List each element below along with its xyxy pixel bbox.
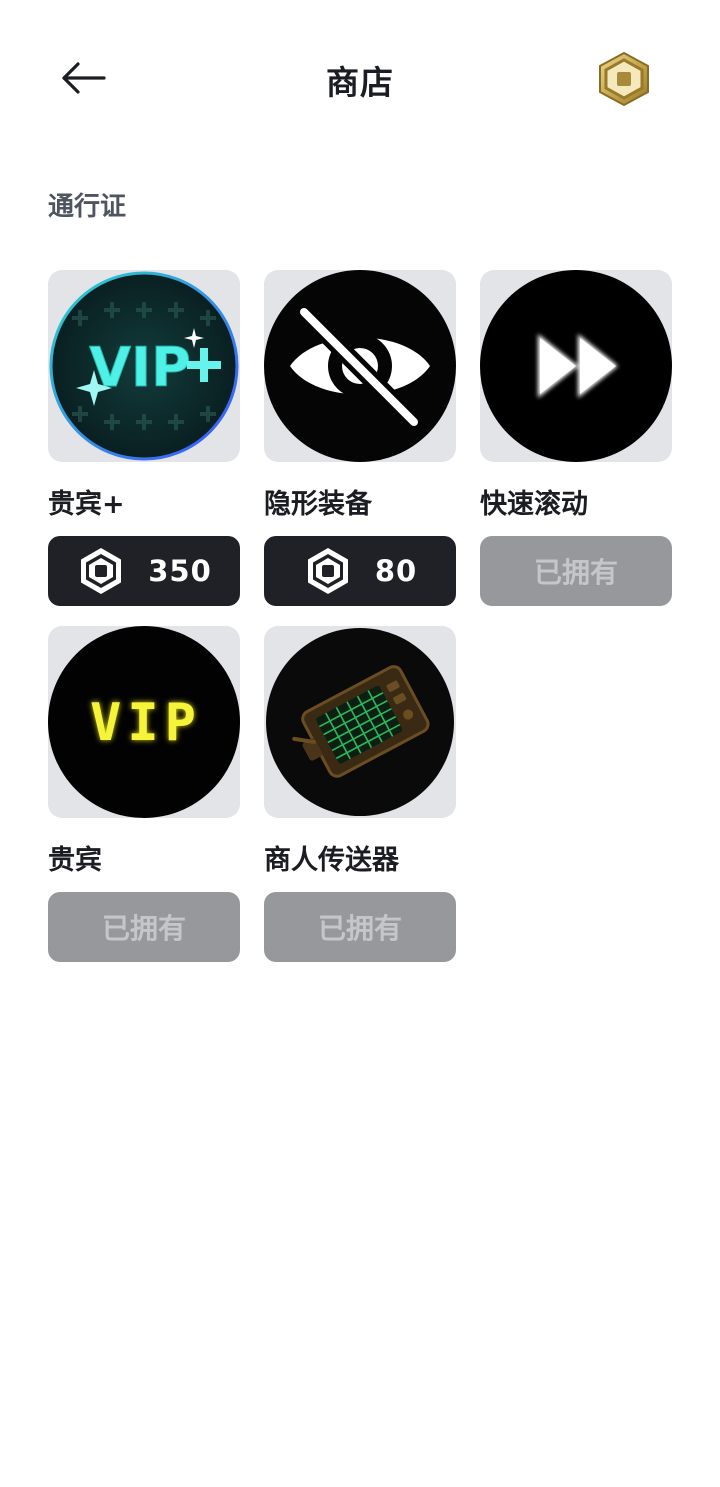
- owned-button: 已拥有: [48, 892, 240, 962]
- fast-forward-icon: [480, 270, 672, 462]
- buy-button[interactable]: 80: [264, 536, 456, 606]
- svg-text:VIP: VIP: [90, 693, 202, 753]
- pass-card-invisible-gear: 隐形装备 80: [264, 270, 456, 606]
- pass-thumbnail[interactable]: VIP: [48, 270, 240, 462]
- owned-button: 已拥有: [264, 892, 456, 962]
- pass-thumbnail[interactable]: VIP VIP: [48, 626, 240, 818]
- pass-name: 商人传送器: [264, 845, 399, 876]
- robux-icon: [81, 548, 122, 594]
- pass-name: 快速滚动: [480, 489, 588, 520]
- pass-card-vip-plus: VIP 贵宾+ 350: [48, 270, 240, 606]
- buy-button[interactable]: 350: [48, 536, 240, 606]
- price-label: 350: [148, 554, 212, 588]
- vip-plus-icon: VIP: [49, 271, 239, 461]
- pass-card-merchant-teleporter: 商人传送器 已拥有: [264, 626, 456, 962]
- owned-label: 已拥有: [533, 556, 618, 589]
- robux-icon: [307, 548, 348, 594]
- pass-thumbnail[interactable]: [480, 270, 672, 462]
- owned-label: 已拥有: [101, 912, 186, 945]
- eye-slash-icon: [264, 270, 456, 462]
- robux-gold-icon: [599, 51, 649, 107]
- owned-button: 已拥有: [480, 536, 672, 606]
- pass-name: 贵宾+: [48, 489, 125, 520]
- currency-button[interactable]: [596, 50, 652, 108]
- pass-name: 贵宾: [48, 845, 102, 876]
- pass-name: 隐形装备: [264, 489, 372, 520]
- price-label: 80: [374, 554, 418, 588]
- header: 商店: [0, 0, 720, 160]
- pass-card-vip: VIP VIP 贵宾 已拥有: [48, 626, 240, 962]
- section-title: 通行证: [48, 192, 127, 222]
- pass-thumbnail[interactable]: [264, 270, 456, 462]
- pass-card-fast-scroll: 快速滚动 已拥有: [480, 270, 672, 606]
- vip-icon: VIP VIP: [48, 626, 240, 818]
- owned-label: 已拥有: [317, 912, 402, 945]
- teleporter-device-icon: [266, 628, 454, 816]
- pass-thumbnail[interactable]: [264, 626, 456, 818]
